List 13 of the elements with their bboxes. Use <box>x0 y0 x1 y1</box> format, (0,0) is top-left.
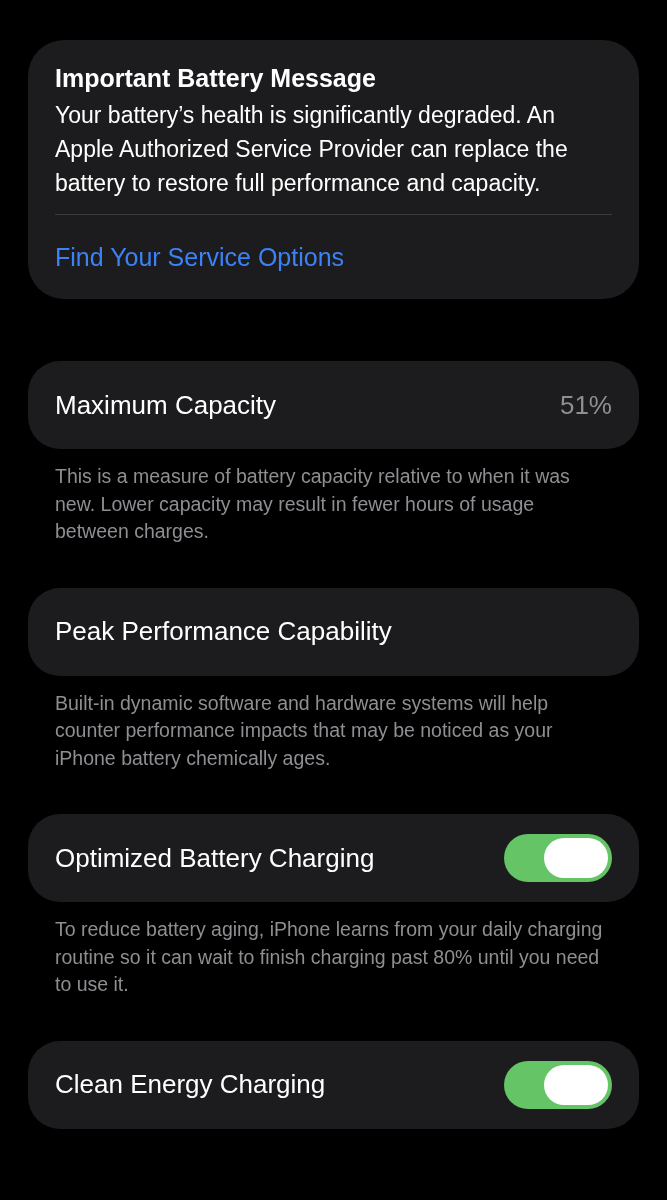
card-body: Your battery’s health is significantly degraded. An Apple Authorized Service Provider can replace the battery to restore full performance and capacity. <box>55 101 569 198</box>
toggle-switch[interactable] <box>504 834 612 882</box>
section-footer: To reduce battery aging, iPhone learns from your daily charging routine so it can wait to finish charging past 80% until you need to use it. <box>28 916 639 999</box>
row-label: Peak Performance Capability <box>55 615 392 648</box>
row-label: Optimized Battery Charging <box>55 841 375 875</box>
row-label: Clean Energy Charging <box>55 1068 326 1101</box>
section-footer: Built-in dynamic software and hardware systems will help counter performance impacts that may be noticed as your iPhone battery chemically ages. <box>28 689 639 772</box>
service-options-link[interactable]: Find Your Service Options <box>55 241 345 273</box>
section-footer: This is a measure of battery capacity relative to when it was new. Lower capacity may result in fewer hours of usage between charges. <box>28 463 639 546</box>
card-title: Important Battery Message <box>55 63 377 94</box>
row-value: 51% <box>559 388 612 422</box>
row-label: Maximum Capacity <box>55 388 277 422</box>
toggle-switch[interactable] <box>504 1060 612 1109</box>
